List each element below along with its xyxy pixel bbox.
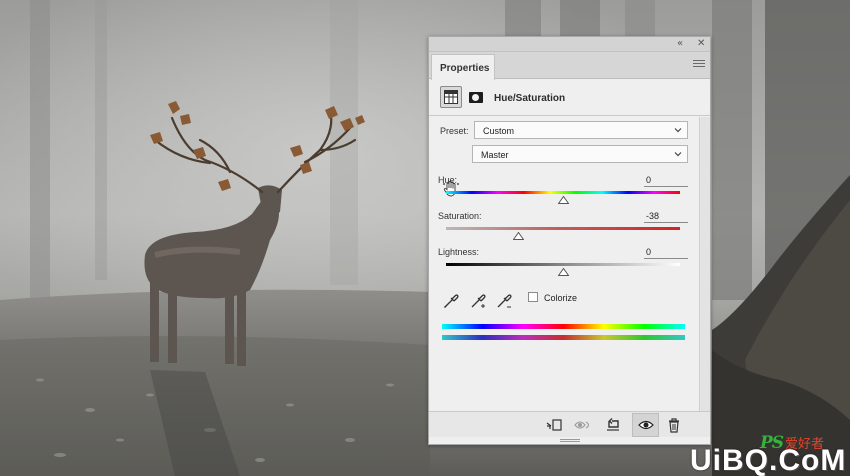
preset-label: Preset: [440,126,469,136]
adjustment-header: Hue/Saturation [429,80,710,116]
view-previous-state-icon[interactable] [574,417,592,433]
deer-forest-background-image [0,0,850,476]
channel-value: Master [481,150,509,160]
panel-titlebar[interactable]: « ✕ [429,37,710,52]
hue-value-field[interactable]: 0 [644,175,688,187]
saturation-slider-thumb[interactable] [513,232,525,240]
reset-icon[interactable] [604,417,622,433]
panel-footer [429,411,710,437]
hue-slider-track[interactable] [446,191,680,194]
eyedropper-icon[interactable] [442,292,460,310]
output-color-bar [442,335,685,340]
lightness-value-field[interactable]: 0 [644,247,688,259]
saturation-label: Saturation: [438,211,482,221]
hue-label: Hue: [438,175,458,185]
saturation-slider-track[interactable] [446,227,680,230]
properties-panel: « ✕ Properties Hue/Saturation Preset: Cu… [428,36,711,445]
preset-value: Custom [483,126,515,136]
collapse-panel-button[interactable]: « [677,38,683,50]
panel-scrollbar[interactable] [699,117,710,411]
input-color-bar [442,324,685,329]
panel-tab-row: Properties [429,52,710,80]
hue-saturation-adjustment-icon[interactable] [440,86,462,108]
clip-to-layer-icon[interactable] [545,417,563,433]
lightness-label: Lightness: [438,247,480,257]
visibility-toggle-button[interactable] [632,413,659,437]
subtract-from-sample-eyedropper-icon[interactable] [495,292,513,310]
adjustment-title: Hue/Saturation [494,93,566,104]
chevron-down-icon [674,128,682,133]
close-panel-button[interactable]: ✕ [697,38,705,50]
panel-menu-icon[interactable] [693,60,705,70]
visibility-eye-icon [638,420,654,430]
saturation-value-field[interactable]: -38 [644,211,688,223]
colorize-checkbox[interactable] [528,292,538,302]
hue-slider-thumb[interactable] [557,196,569,204]
colorize-label: Colorize [544,293,578,303]
lightness-slider-track[interactable] [446,263,680,266]
tab-properties[interactable]: Properties [431,54,495,80]
preset-dropdown[interactable]: Custom [474,121,688,139]
channel-dropdown[interactable]: Master [472,145,688,163]
chevron-down-icon [674,152,682,157]
panel-resize-grip[interactable] [560,439,580,444]
delete-trash-icon[interactable] [665,417,683,433]
watermark-domain: UiBQ.CoM [690,444,847,476]
lightness-slider-thumb[interactable] [557,268,569,276]
layer-mask-icon[interactable] [469,92,483,103]
add-to-sample-eyedropper-icon[interactable] [469,292,487,310]
